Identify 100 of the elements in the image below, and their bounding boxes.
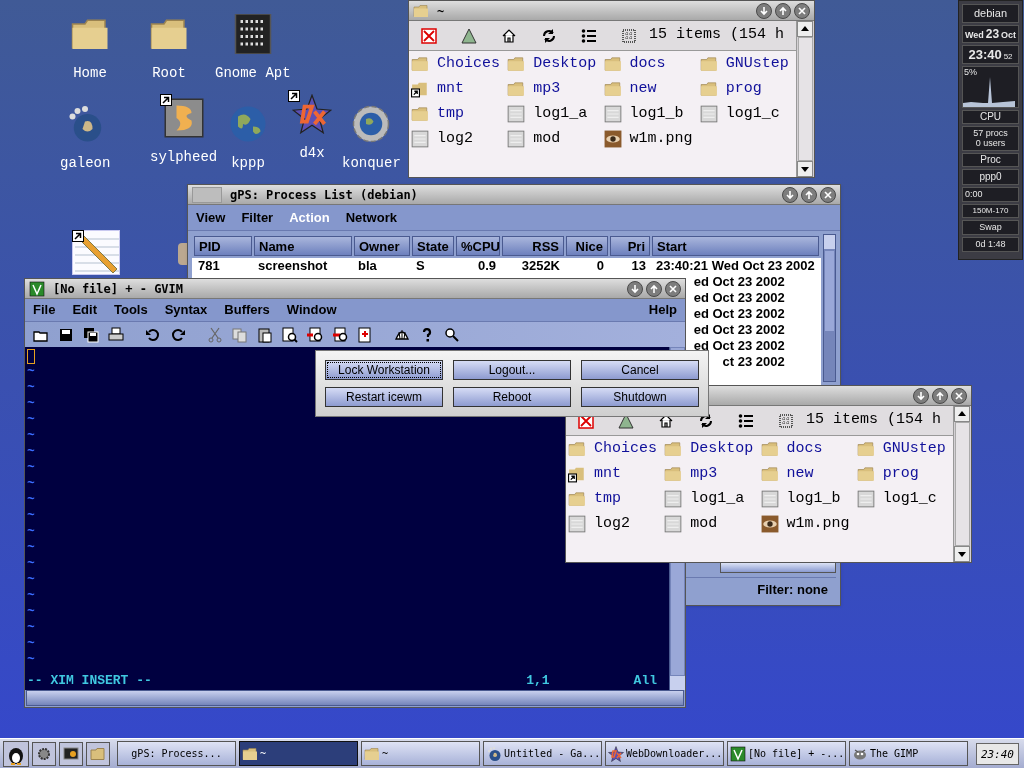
menu-item[interactable]: Edit — [72, 300, 97, 320]
column-header[interactable]: Nice — [566, 236, 608, 256]
list-view-icon[interactable] — [581, 27, 597, 44]
quick-launch-button[interactable] — [59, 741, 83, 766]
taskbar-button[interactable]: ~ — [361, 741, 480, 766]
desktop-icon-label[interactable]: sylpheed — [150, 150, 218, 164]
globe-icon[interactable] — [228, 104, 268, 144]
document-item[interactable]: mod — [507, 130, 604, 148]
home-icon[interactable] — [501, 27, 517, 44]
column-header[interactable]: PID — [194, 236, 252, 256]
document-item[interactable]: log1_b — [603, 105, 700, 123]
column-header[interactable]: Pri — [610, 236, 650, 256]
menu-item[interactable]: Network — [345, 207, 397, 228]
document-item[interactable]: log2 — [411, 130, 508, 148]
image-item[interactable]: w1m.png — [603, 130, 700, 148]
scroll-thumb[interactable] — [955, 422, 970, 546]
scroll-down-icon[interactable] — [797, 161, 813, 177]
menu-item[interactable]: Buffers — [224, 300, 270, 320]
notepad-pencil-icon[interactable] — [72, 230, 120, 275]
folder-item[interactable]: GNUstep — [856, 440, 953, 458]
scrollbar[interactable] — [953, 406, 971, 562]
scroll-down-icon[interactable] — [954, 546, 970, 562]
menu-item[interactable]: Window — [286, 300, 337, 320]
column-header[interactable]: Name — [254, 236, 352, 256]
dialog-button[interactable]: Cancel — [581, 360, 699, 380]
column-header[interactable]: State — [412, 236, 454, 256]
menu-item[interactable]: Syntax — [164, 300, 208, 320]
scroll-thumb[interactable] — [798, 37, 813, 161]
horizontal-scrollbar[interactable] — [26, 690, 684, 706]
desktop-icon-label[interactable]: Home — [73, 66, 107, 80]
start-button[interactable] — [3, 740, 29, 767]
print-icon[interactable] — [108, 326, 124, 343]
grid-view-icon[interactable] — [778, 412, 794, 429]
close-icon[interactable] — [665, 280, 681, 297]
menu-item[interactable]: Tools — [113, 300, 148, 320]
folder-item[interactable]: docs — [760, 440, 857, 458]
dialog-button[interactable]: Restart icewm — [325, 387, 443, 407]
maximize-icon[interactable] — [775, 2, 791, 19]
desktop-icon-label[interactable]: d4x — [299, 146, 325, 160]
taskbar-button[interactable]: [No file] + -... — [727, 741, 846, 766]
scrollbar[interactable] — [796, 21, 814, 177]
scroll-thumb[interactable] — [824, 251, 834, 331]
find-icon[interactable] — [282, 326, 298, 343]
maximize-icon[interactable] — [932, 387, 948, 404]
column-header[interactable]: RSS — [502, 236, 564, 256]
taskbar-button[interactable]: gPS: Process... — [117, 741, 236, 766]
quick-launch-button[interactable] — [86, 741, 110, 766]
document-item[interactable]: log1_c — [856, 490, 953, 508]
document-item[interactable]: log2 — [568, 515, 665, 533]
star-icon[interactable] — [292, 94, 332, 134]
minimize-icon[interactable] — [782, 186, 798, 203]
minimize-icon[interactable] — [756, 2, 772, 19]
folder-item[interactable]: mp3 — [507, 80, 604, 98]
folder-item[interactable]: new — [760, 465, 857, 483]
folder-item[interactable]: Choices — [411, 55, 508, 73]
column-header[interactable]: Start — [652, 236, 819, 256]
dialog-button[interactable]: Lock Workstation — [325, 360, 443, 380]
document-item[interactable]: log1_b — [760, 490, 857, 508]
save-icon[interactable] — [58, 326, 74, 343]
find-previous-icon[interactable] — [332, 326, 348, 343]
folder-item[interactable]: GNUstep — [699, 55, 796, 73]
save-all-icon[interactable] — [83, 326, 99, 343]
maximize-icon[interactable] — [801, 186, 817, 203]
refresh-icon[interactable] — [698, 412, 714, 429]
menu-item[interactable]: Filter — [241, 207, 274, 228]
scroll-up-icon[interactable] — [954, 406, 970, 422]
column-header[interactable]: Owner — [354, 236, 410, 256]
up-triangle-icon[interactable] — [461, 27, 477, 44]
folder-link-item[interactable]: mnt — [568, 465, 665, 483]
dialog-button[interactable]: Shutdown — [581, 387, 699, 407]
undo-icon[interactable] — [145, 326, 161, 343]
maximize-icon[interactable] — [646, 280, 662, 297]
folder-item[interactable]: prog — [856, 465, 953, 483]
close-icon[interactable] — [820, 186, 836, 203]
scroll-up-button[interactable] — [823, 235, 835, 249]
list-view-icon[interactable] — [738, 412, 754, 429]
taskbar-button[interactable]: The GIMP — [849, 741, 968, 766]
scroll-up-icon[interactable] — [797, 21, 813, 37]
folder-item[interactable]: prog — [699, 80, 796, 98]
refresh-icon[interactable] — [541, 27, 557, 44]
desktop-icon-label[interactable]: kppp — [231, 156, 265, 170]
dialog-button[interactable]: Reboot — [453, 387, 571, 407]
folder-item[interactable]: Desktop — [507, 55, 604, 73]
find-next-icon[interactable] — [307, 326, 323, 343]
scrollbar[interactable] — [822, 234, 836, 382]
desktop-icon-label[interactable]: konquer — [342, 156, 401, 170]
redo-icon[interactable] — [170, 326, 186, 343]
folder-item[interactable]: docs — [603, 55, 700, 73]
desktop-icon-label[interactable]: galeon — [60, 156, 111, 170]
folder-item[interactable]: tmp — [411, 105, 508, 123]
taskbar-button[interactable]: Untitled - Ga... — [483, 741, 602, 766]
menu-item[interactable]: Help — [648, 300, 677, 320]
close-icon[interactable] — [794, 2, 810, 19]
column-header[interactable]: %CPU — [456, 236, 500, 256]
dialog-button[interactable]: Logout... — [453, 360, 571, 380]
grid-view-icon[interactable] — [621, 27, 637, 44]
folder-item[interactable]: Choices — [568, 440, 665, 458]
button[interactable] — [720, 562, 836, 573]
minimize-icon[interactable] — [627, 280, 643, 297]
close-icon[interactable] — [421, 27, 437, 44]
